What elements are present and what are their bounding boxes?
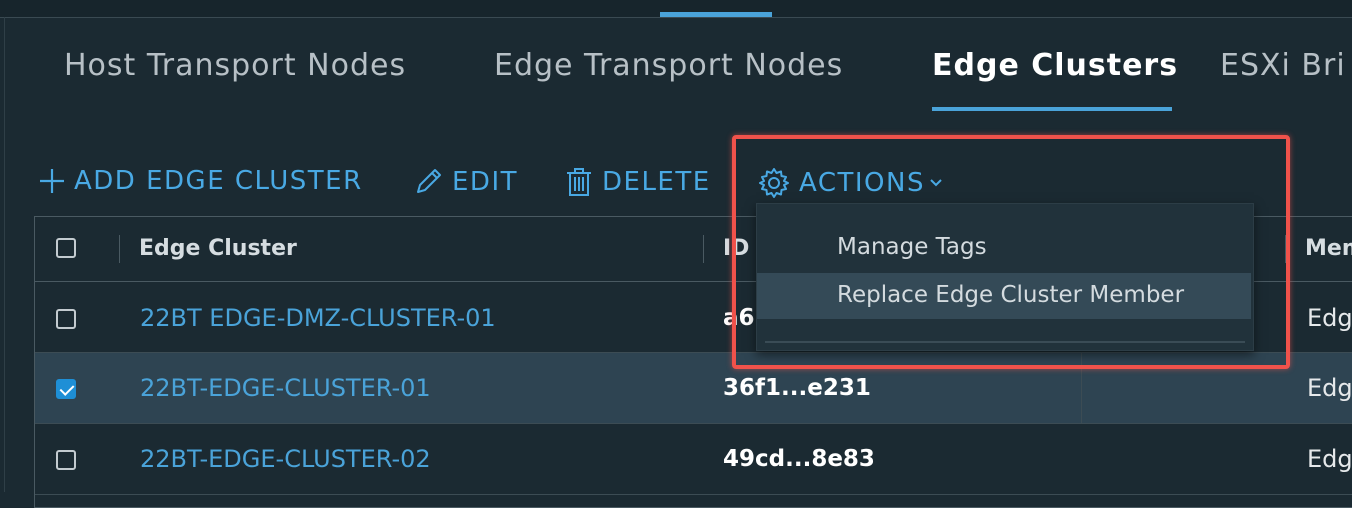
table-row[interactable]: 22BT-EDGE-CLUSTER-01 36f1...e231 Edg bbox=[35, 353, 1352, 424]
edit-button[interactable]: EDIT bbox=[412, 166, 518, 198]
delete-button[interactable]: DELETE bbox=[564, 166, 711, 198]
menu-item-label: Manage Tags bbox=[837, 234, 987, 260]
delete-label: DELETE bbox=[602, 167, 711, 197]
cluster-member: Edg bbox=[1307, 374, 1352, 402]
edge-cluster-link[interactable]: 22BT-EDGE-CLUSTER-02 bbox=[140, 445, 431, 473]
cluster-id: a6 bbox=[723, 305, 755, 331]
add-edge-cluster-button[interactable]: ADD EDGE CLUSTER bbox=[38, 166, 363, 196]
cluster-member: Edg bbox=[1307, 304, 1352, 332]
active-tab-underline bbox=[932, 107, 1172, 111]
cluster-member: Edg bbox=[1307, 445, 1352, 473]
cluster-id: 49cd...8e83 bbox=[723, 446, 875, 472]
actions-label: ACTIONS bbox=[799, 168, 925, 198]
row-checkbox[interactable] bbox=[56, 309, 76, 329]
tab-esxi-bridge[interactable]: ESXi Bri bbox=[1220, 48, 1346, 83]
column-header-id[interactable]: ID bbox=[723, 236, 749, 261]
tab-edge-clusters[interactable]: Edge Clusters bbox=[932, 48, 1178, 83]
menu-item-manage-tags[interactable]: Manage Tags bbox=[757, 225, 1251, 271]
column-separator bbox=[1285, 235, 1286, 263]
cluster-id: 36f1...e231 bbox=[723, 375, 871, 401]
trash-icon bbox=[567, 168, 591, 196]
top-header-strip bbox=[0, 0, 1352, 18]
edge-cluster-link[interactable]: 22BT-EDGE-CLUSTER-01 bbox=[140, 374, 431, 402]
tab-edge-transport-nodes[interactable]: Edge Transport Nodes bbox=[494, 48, 843, 83]
row-checkbox[interactable] bbox=[56, 379, 76, 399]
edit-label: EDIT bbox=[452, 167, 518, 197]
tab-host-transport-nodes[interactable]: Host Transport Nodes bbox=[64, 48, 406, 83]
edge-cluster-link[interactable]: 22BT EDGE-DMZ-CLUSTER-01 bbox=[140, 304, 496, 332]
active-nav-indicator bbox=[660, 12, 772, 17]
column-header-members[interactable]: Mem bbox=[1305, 236, 1352, 261]
tab-bar: Host Transport Nodes Edge Transport Node… bbox=[0, 18, 1352, 112]
gear-icon bbox=[759, 168, 789, 198]
row-checkbox[interactable] bbox=[56, 450, 76, 470]
chevron-down-icon bbox=[930, 179, 942, 187]
actions-dropdown-menu: Manage Tags Replace Edge Cluster Member bbox=[756, 203, 1254, 351]
menu-bottom-divider bbox=[765, 341, 1245, 343]
menu-item-label: Replace Edge Cluster Member bbox=[837, 282, 1185, 308]
column-header-edge-cluster[interactable]: Edge Cluster bbox=[139, 236, 297, 261]
plus-icon bbox=[40, 169, 64, 193]
menu-item-replace-edge-cluster-member[interactable]: Replace Edge Cluster Member bbox=[757, 273, 1251, 319]
add-edge-cluster-label: ADD EDGE CLUSTER bbox=[74, 166, 363, 196]
column-separator bbox=[703, 235, 704, 263]
column-separator bbox=[119, 235, 120, 263]
table-row[interactable]: 22BT-EDGE-CLUSTER-02 49cd...8e83 Edg bbox=[35, 424, 1352, 495]
actions-button[interactable]: ACTIONS bbox=[757, 166, 943, 200]
select-all-checkbox[interactable] bbox=[56, 238, 76, 258]
pencil-icon bbox=[417, 169, 441, 193]
cell-separator bbox=[1081, 353, 1082, 423]
